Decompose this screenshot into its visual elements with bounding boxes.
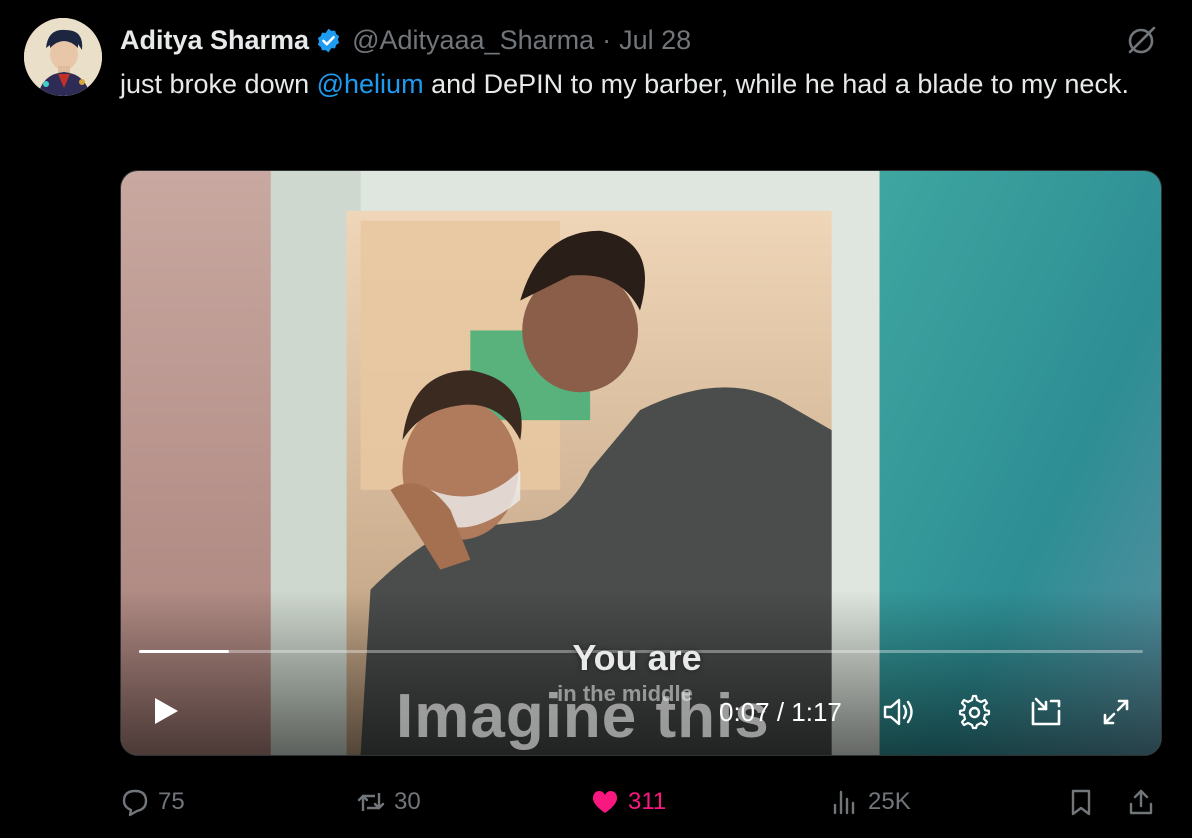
grok-icon[interactable] [1124, 22, 1160, 58]
share-icon [1129, 789, 1153, 815]
current-time: 0:07 [719, 697, 770, 727]
reply-button[interactable]: 75 [120, 780, 185, 824]
video-caption-line1: You are [572, 637, 702, 678]
avatar-image [24, 18, 102, 96]
repost-icon [357, 793, 385, 811]
video-time: 0:07 / 1:17 [719, 697, 842, 728]
reply-count: 75 [158, 788, 185, 815]
like-button[interactable]: 311 [590, 780, 666, 824]
repost-count: 30 [394, 788, 421, 815]
settings-icon[interactable] [955, 693, 993, 731]
tweet-text: just broke down @helium and DePIN to my … [120, 66, 1160, 103]
share-button[interactable] [1126, 780, 1156, 824]
verified-badge-icon [318, 28, 340, 52]
fullscreen-icon[interactable] [1097, 693, 1135, 731]
tweet-header: Aditya Sharma @Adityaaa_Sharma · Jul 28 [120, 20, 691, 60]
header-separator: · [602, 24, 612, 55]
video-caption-line2: in the middle [557, 681, 693, 706]
avatar[interactable] [24, 18, 102, 96]
mention-link[interactable]: @helium [317, 69, 424, 99]
reply-icon [122, 789, 148, 817]
author-handle[interactable]: @Adityaaa_Sharma [352, 25, 594, 56]
video-progress-fill [139, 650, 230, 653]
tweet-actions: 75 30 311 25K [120, 780, 1162, 824]
repost-button[interactable]: 30 [356, 780, 421, 824]
play-icon[interactable] [147, 693, 183, 729]
tweet-text-before: just broke down [120, 69, 317, 99]
volume-icon[interactable] [879, 693, 917, 731]
views-button[interactable]: 25K [830, 780, 911, 824]
bookmark-icon [1071, 789, 1091, 816]
views-icon [833, 790, 855, 815]
like-count: 311 [628, 788, 667, 815]
tweet-date[interactable]: Jul 28 [619, 25, 691, 56]
duration: 1:17 [791, 697, 842, 727]
heart-icon [592, 791, 618, 813]
pip-icon[interactable] [1027, 693, 1065, 731]
time-separator: / [769, 697, 792, 727]
author-name[interactable]: Aditya Sharma [120, 25, 309, 56]
tweet-text-after: and DePIN to my barber, while he had a b… [423, 69, 1129, 99]
video-player[interactable]: Imagine this You are in the middle 0:07 … [120, 170, 1162, 756]
views-count: 25K [868, 788, 911, 815]
bookmark-button[interactable] [1066, 780, 1096, 824]
